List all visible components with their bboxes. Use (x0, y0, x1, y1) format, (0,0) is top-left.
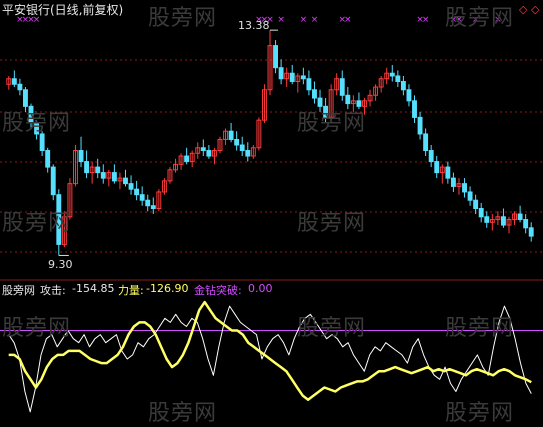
x-mark-icon: × (494, 15, 502, 25)
candle-body (50, 166, 56, 196)
candle-body (111, 172, 117, 182)
candle-body (434, 161, 440, 174)
candle-body (345, 94, 351, 105)
candle-body (323, 105, 329, 118)
candle-body (317, 97, 323, 107)
candle-body (312, 89, 317, 99)
candle-body (100, 172, 106, 179)
candle-body (245, 150, 251, 157)
power-value: -126.90 (146, 282, 189, 295)
x-mark-icon: × (455, 15, 463, 25)
candle-body (306, 78, 312, 91)
candle-body (445, 166, 451, 179)
candle-body (234, 138, 240, 146)
candle-body (462, 183, 467, 193)
candle-body (228, 130, 234, 140)
candle-body (28, 105, 34, 124)
candle-body (406, 89, 412, 102)
candle-body (289, 72, 295, 83)
candle-body (500, 216, 506, 226)
candle-body (206, 150, 212, 157)
x-mark-icon: × (300, 15, 308, 25)
candle-body (412, 100, 417, 118)
x-mark-icon: × (472, 15, 480, 25)
candle-body (39, 133, 45, 152)
candle-body (417, 116, 423, 135)
candle-body (467, 191, 473, 201)
candle-body (428, 150, 434, 163)
diamond-icon[interactable]: ◇ (531, 4, 539, 15)
attack-value: -154.85 (72, 282, 115, 295)
x-mark-icon: × (277, 15, 285, 25)
high-price-label: 13.38 (238, 19, 270, 32)
candle-body (56, 194, 62, 245)
attack-label: 攻击: (40, 284, 66, 297)
candle-body (139, 194, 145, 201)
candle-body (278, 67, 284, 80)
diamond-icon[interactable]: ◇ (519, 4, 527, 15)
chart-title: 平安银行(日线,前复权) (2, 3, 124, 17)
candle-body (273, 45, 279, 69)
candle-body (23, 89, 28, 107)
candle-body (484, 216, 490, 223)
candle-body (17, 83, 23, 91)
candle-body (395, 75, 401, 83)
stock-chart[interactable]: ×××× ××× × × × ×× ×× ×× × × (0, 0, 543, 424)
diamond-breakthrough-label: 金钻突破: (194, 284, 242, 297)
low-price-label: 9.30 (48, 258, 73, 271)
candle-body (78, 150, 84, 163)
candle-body (11, 78, 17, 85)
candle-body (517, 213, 523, 221)
candle-body (95, 166, 101, 174)
candle-body (239, 144, 245, 152)
candle-body (339, 78, 345, 96)
candle-body (45, 150, 51, 168)
power-line (8, 300, 532, 401)
candle-body (423, 133, 429, 152)
candle-body (34, 122, 40, 135)
indicator-name: 股旁网 (2, 284, 35, 297)
candle-body (400, 81, 406, 91)
candle-body (523, 219, 529, 229)
candle-body (528, 227, 534, 237)
x-mark-icon: × (311, 15, 319, 25)
candle-body (123, 177, 128, 185)
candle-body (356, 100, 362, 107)
candle-body (134, 188, 140, 196)
x-mark-icon: × (344, 15, 352, 25)
candle-body (84, 161, 90, 174)
candle-body (389, 72, 395, 77)
candle-body (478, 208, 484, 218)
diamond-breakthrough-value: 0.00 (248, 282, 273, 295)
power-label: 力量: (118, 284, 144, 297)
candle-body (300, 75, 306, 80)
candle-body (473, 199, 479, 210)
candle-body (150, 205, 156, 210)
candle-body (450, 177, 456, 187)
candle-body (184, 155, 190, 163)
x-mark-icon: × (422, 15, 430, 25)
candle-body (128, 183, 134, 190)
candle-body (145, 199, 151, 207)
candle-body (200, 147, 206, 152)
